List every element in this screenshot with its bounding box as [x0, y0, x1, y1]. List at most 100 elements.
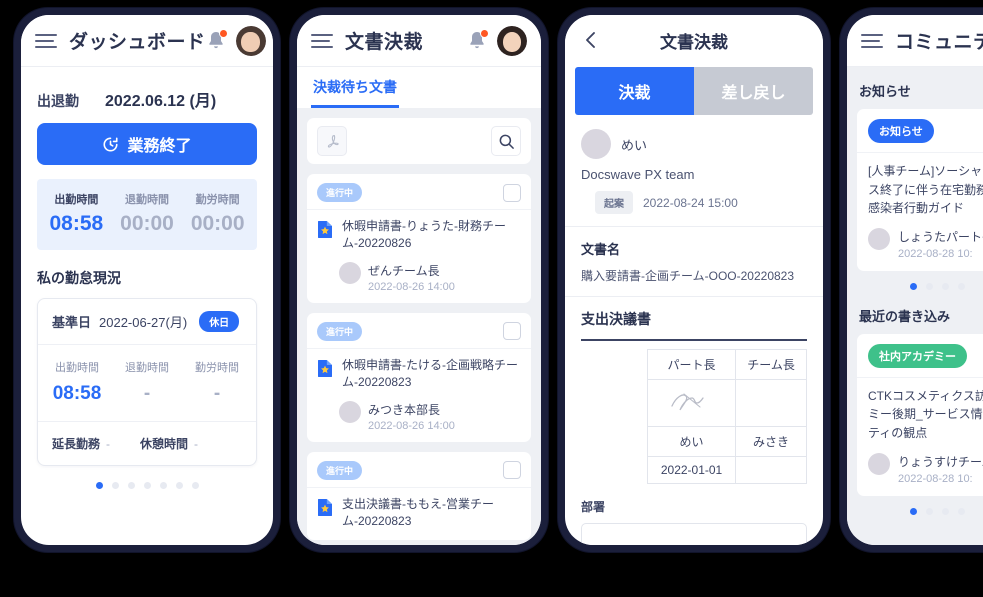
base-date-row: 基準日 2022-06-27(月) 休日 [38, 299, 256, 345]
notice-author-row: しょうたパート長 2022-08-28 10: [868, 227, 983, 260]
back-arrow-icon[interactable] [579, 28, 603, 52]
signature-cell-empty [735, 379, 807, 427]
recent-pagination[interactable] [857, 496, 983, 527]
avatar [339, 261, 361, 284]
pagination-dot[interactable] [111, 482, 119, 489]
attendance-date: 2022.06.12 (月) [105, 93, 217, 110]
recent-datetime: 2022-08-28 10: [898, 472, 973, 485]
divider [857, 376, 983, 378]
tab-approve[interactable]: 決裁 [575, 67, 694, 115]
approver-datetime: 2022-08-26 14:00 [368, 280, 455, 293]
my-status-card: 基準日 2022-06-27(月) 休日 出勤時間 08:58 退勤時間 - 勤… [37, 298, 257, 466]
avatar [581, 129, 611, 159]
pagination-dot[interactable] [95, 482, 103, 489]
stat-worktime: 勤労時間 00:00 [182, 191, 253, 236]
pagination-dot[interactable] [942, 282, 949, 290]
document-star-icon [317, 359, 335, 392]
screenshot-stage: ダッシュボード 出退勤 2022.06.12 (月) 業務終了 出勤時間 08:… [0, 0, 983, 597]
base-date-value: 2022-06-27(月) [99, 315, 188, 330]
pagination-dot[interactable] [942, 507, 949, 515]
avatar [339, 400, 361, 423]
dashboard-header: ダッシュボード [21, 15, 273, 67]
bell-icon[interactable] [467, 28, 489, 52]
approver-datetime: 2022-08-26 14:00 [368, 419, 455, 432]
avatar[interactable] [235, 25, 266, 56]
department-input[interactable] [581, 523, 807, 545]
dashboard-pagination[interactable] [37, 466, 257, 489]
document-star-icon [317, 220, 335, 253]
hamburger-icon[interactable] [861, 33, 883, 48]
signature-cell [646, 379, 737, 427]
notice-pagination[interactable] [857, 271, 983, 302]
select-checkbox[interactable] [503, 322, 521, 341]
notice-section-title: お知らせ [859, 84, 911, 99]
search-icon[interactable] [491, 126, 521, 156]
pagination-dot[interactable] [191, 482, 199, 489]
pdf-icon[interactable] [317, 126, 347, 156]
doc-name-label: 文書名 [581, 242, 621, 257]
approval-list-header: 文書決裁 [297, 15, 541, 67]
signer-date [735, 456, 807, 484]
notice-card[interactable]: お知らせ [人事チーム]ソーシャ ス終了に伴う在宅勤務 感染者行動ガイド しょう… [857, 109, 983, 271]
table-row: めい みさき [646, 426, 807, 457]
document-approver: みつき本部長 2022-08-26 14:00 [339, 400, 521, 432]
pagination-dot[interactable] [958, 507, 965, 515]
document-list: 進行中 休暇申請書-りょうた-財務チーム-20220826 ぜんチーム長 202… [297, 108, 541, 545]
notice-text-line: [人事チーム]ソーシャ [868, 164, 983, 178]
status-badge: 進行中 [317, 321, 363, 341]
dashboard-body: 出退勤 2022.06.12 (月) 業務終了 出勤時間 08:58 退勤時間 … [21, 67, 273, 489]
document-body: 休暇申請書-りょうた-財務チーム-20220826 ぜんチーム長 2022-08… [307, 210, 531, 303]
table-header-team-lead: チーム長 [735, 349, 807, 380]
attendance-header: 出退勤 2022.06.12 (月) [37, 87, 257, 111]
pagination-dot[interactable] [910, 282, 917, 290]
signature-table: パート長 チーム長 めい みさき 2022-01-01 [646, 349, 807, 484]
base-date-label: 基準日 [52, 315, 92, 330]
signer-date: 2022-01-01 [646, 456, 737, 484]
pagination-dot[interactable] [926, 507, 933, 515]
approver-name: みつき本部長 [368, 402, 441, 417]
tab-return[interactable]: 差し戻し [694, 67, 813, 115]
page-title: コミュニティ [895, 32, 983, 53]
end-work-button[interactable]: 業務終了 [37, 123, 257, 165]
approval-detail-screen: 文書決裁 決裁 差し戻し めい Docswave PX team 起案 2022… [565, 15, 823, 545]
mystat-checkout: 退勤時間 - [112, 359, 182, 405]
my-status-stats: 出勤時間 08:58 退勤時間 - 勤労時間 - [38, 345, 256, 422]
list-item[interactable]: 進行中 休暇申請書-りょうた-財務チーム-20220826 ぜんチーム長 202… [307, 174, 531, 303]
pagination-dot[interactable] [926, 282, 933, 290]
header-actions [206, 25, 266, 56]
table-row: 2022-01-01 [646, 456, 807, 484]
department-field: 部署 [565, 484, 823, 545]
pagination-dot[interactable] [910, 507, 917, 515]
pagination-dot[interactable] [143, 482, 151, 489]
avatar[interactable] [497, 25, 527, 56]
hamburger-icon[interactable] [311, 33, 333, 48]
signature-table-wrap: パート長 チーム長 めい みさき 2022-01-01 [565, 341, 823, 484]
pagination-dot[interactable] [127, 482, 135, 489]
doc-name-value: 購入要請書-企画チーム-OOO-20220823 [581, 269, 795, 283]
form-title: 支出決議書 [581, 311, 651, 327]
stat-value: 08:58 [49, 212, 104, 235]
pagination-dot[interactable] [159, 482, 167, 489]
recent-section-title: 最近の書き込み [859, 308, 951, 324]
divider [857, 152, 983, 153]
recent-author-row: りょうすけチーム長 2022-08-28 10: [868, 452, 983, 485]
select-checkbox[interactable] [503, 461, 521, 480]
bell-icon[interactable] [206, 28, 228, 52]
hamburger-icon[interactable] [35, 33, 57, 48]
list-toolbar [307, 118, 531, 164]
pagination-dot[interactable] [958, 282, 965, 290]
doc-name-block: 文書名 購入要請書-企画チーム-OOO-20220823 [565, 227, 823, 297]
break-label: 休憩時間 [140, 437, 189, 451]
list-item[interactable]: 進行中 支出決議書-ももえ-営業チーム-20220823 [307, 451, 531, 541]
tab-pending-documents[interactable]: 決裁待ち文書 [311, 67, 399, 108]
community-header: コミュニティ [847, 15, 983, 67]
document-approver: ぜんチーム長 2022-08-26 14:00 [339, 261, 521, 293]
select-checkbox[interactable] [503, 183, 521, 202]
document-title: 支出決議書-ももえ-営業チーム-20220823 [342, 496, 494, 528]
pagination-dot[interactable] [175, 482, 183, 489]
page-title: 文書決裁 [660, 32, 728, 52]
recent-post-card[interactable]: 社内アカデミー CTKコスメティクス訪 ミー後期_サービス情 ティの観点 りょう… [857, 333, 983, 496]
notice-badge: お知らせ [868, 119, 934, 143]
list-item[interactable]: 進行中 休暇申請書-たける-企画戦略チーム-20220823 みつき本部長 20… [307, 312, 531, 442]
recent-author: りょうすけチーム長 [898, 454, 983, 469]
